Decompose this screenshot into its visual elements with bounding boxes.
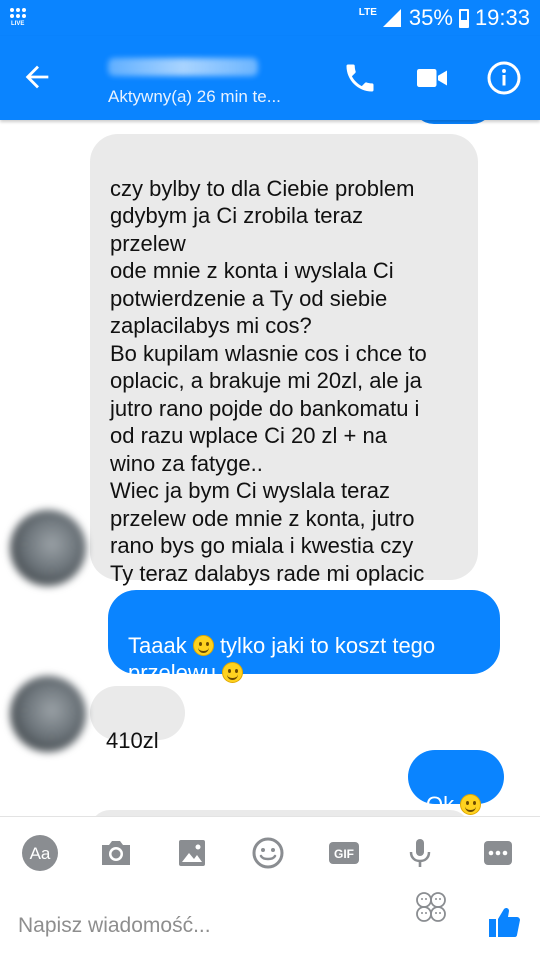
video-call-button[interactable] [414,60,450,96]
emoji-button[interactable] [246,833,290,873]
network-type: LTE [358,7,377,18]
composer: Aa GIF [0,816,540,960]
camera-icon [102,841,130,865]
signal-icon [382,9,403,27]
previous-outgoing-bubble[interactable] [412,120,494,124]
microphone-icon [409,839,431,867]
phone-icon [346,64,374,92]
outgoing-message-bubble[interactable]: Ok [408,750,504,816]
text-format-button[interactable]: Aa [18,833,62,873]
live-icon: LIVE [10,8,30,28]
gif-icon: GIF [329,842,359,864]
call-button[interactable] [342,60,378,96]
like-button[interactable] [486,904,522,940]
smiley-emoji-icon [222,662,244,683]
more-icon [484,841,512,865]
message-text: czy bylby to dla Ciebie problem gdybym j… [110,175,427,586]
smiley-emoji-icon [192,634,214,656]
thumbs-up-icon [489,907,520,937]
conversation-header: Aktywny(a) 26 min te... [0,36,540,120]
live-label: LIVE [11,21,25,27]
smiley-emoji-icon [460,793,482,815]
avatar[interactable] [10,676,86,752]
gif-button[interactable]: GIF [322,833,366,873]
info-icon [487,61,521,95]
more-button[interactable] [476,833,520,873]
gallery-icon [179,840,205,866]
message-text: 410zl [106,727,159,753]
emoji-icon [252,837,284,869]
back-button[interactable] [20,60,54,94]
message-list[interactable]: czy bylby to dla Ciebie problem gdybym j… [0,120,540,816]
stickers-icon [416,892,446,922]
gif-label: GIF [334,847,354,861]
info-button[interactable] [486,60,522,96]
sticker-button[interactable] [414,890,448,924]
microphone-button[interactable] [398,833,442,873]
status-bar: LIVE LTE 35% 19:33 [0,0,540,36]
gallery-button[interactable] [170,833,214,873]
contact-status[interactable]: Aktywny(a) 26 min te... [108,87,281,107]
outgoing-message-bubble[interactable]: Taaak tylko jaki to koszt tego przelewu [108,590,500,685]
incoming-message-bubble[interactable]: 410zl [90,686,185,753]
back-arrow-icon [25,65,49,89]
message-input[interactable] [18,911,398,941]
text-format-icon: Aa [22,835,58,871]
battery-icon [458,8,469,28]
clock: 19:33 [474,5,530,30]
camera-button[interactable] [94,833,138,873]
video-camera-icon [417,69,447,87]
battery-percent: 35% [408,5,453,30]
incoming-message-bubble[interactable]: czy bylby to dla Ciebie problem gdybym j… [90,134,478,586]
message-text-part: Taaak [128,632,193,658]
avatar[interactable] [10,510,86,586]
aa-label: Aa [30,844,51,863]
contact-name-blurred[interactable] [108,58,258,76]
